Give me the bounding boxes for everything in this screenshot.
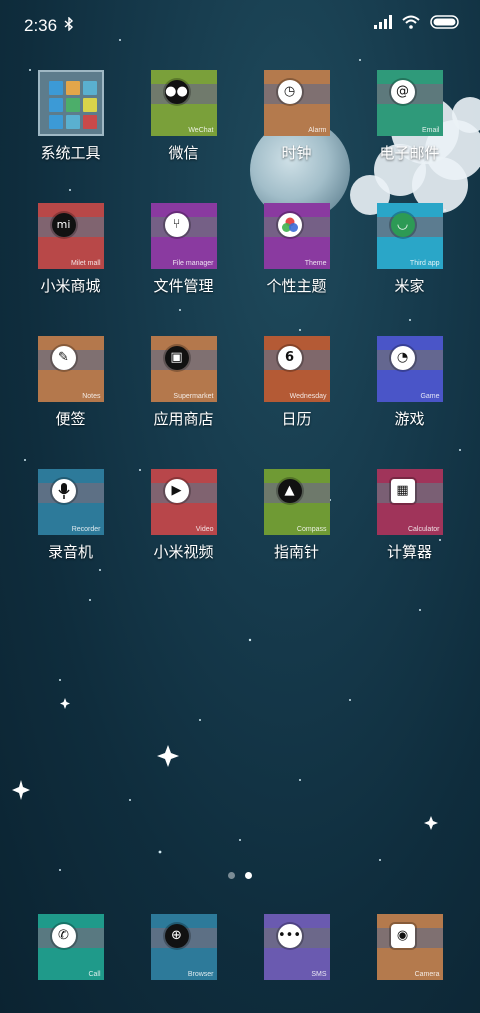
- app-sub-label: Game: [420, 393, 440, 400]
- app-row-3: ✎ Notes 便签 ▣ Supermarket 应用商店 6 Wednesda…: [0, 336, 480, 446]
- app-calendar[interactable]: 6 Wednesday 日历: [240, 336, 353, 429]
- globe-icon: ⊕: [164, 924, 189, 948]
- app-file-manager[interactable]: ⑂ File manager 文件管理: [127, 203, 240, 296]
- app-sub-label: Notes: [82, 393, 101, 400]
- app-sub-label: Third app: [409, 260, 440, 267]
- whistle-icon: ◔: [390, 346, 415, 370]
- app-sub-label: Call: [88, 971, 101, 978]
- app-label: 计算器: [386, 543, 432, 561]
- dock-sms[interactable]: ••• SMS: [240, 914, 353, 980]
- app-sub-label: Wednesday: [289, 393, 327, 400]
- app-email[interactable]: @ Email 电子邮件: [353, 70, 466, 163]
- battery-icon: [430, 14, 460, 33]
- app-label: 个性主题: [266, 277, 327, 295]
- calculator-icon: ▦: [390, 479, 415, 503]
- app-label: 录音机: [47, 543, 93, 561]
- mijia-icon: ◡: [390, 213, 415, 237]
- signal-icon: [374, 14, 392, 33]
- app-game[interactable]: ◔ Game 游戏: [353, 336, 466, 429]
- calendar-icon: 6: [277, 346, 302, 370]
- app-label: 电子邮件: [379, 144, 440, 162]
- app-sub-label: Email: [421, 127, 440, 134]
- app-row-4: Recorder 录音机 ▶ Video 小米视频 ▲ Compass 指南针 …: [0, 469, 480, 579]
- wechat-icon: ●●: [164, 80, 189, 104]
- app-store[interactable]: ▣ Supermarket 应用商店: [127, 336, 240, 429]
- app-label: 小米视频: [153, 543, 214, 561]
- clock-icon: ◷: [277, 80, 302, 104]
- app-sub-label: Theme: [304, 260, 327, 267]
- app-sub-label: Alarm: [308, 127, 327, 134]
- usb-icon: ⑂: [164, 213, 189, 237]
- camera-icon: ◉: [390, 924, 415, 948]
- theme-icon: [277, 213, 302, 237]
- app-sub-label: Milet mall: [70, 260, 101, 267]
- page-indicator[interactable]: [228, 872, 252, 879]
- microphone-icon: [51, 479, 76, 503]
- status-time: 2:36: [24, 16, 58, 35]
- play-icon: ▶: [164, 479, 189, 503]
- app-mi-store[interactable]: mi Milet mall 小米商城: [14, 203, 127, 296]
- app-label: 米家: [394, 277, 425, 295]
- app-label: 便签: [55, 410, 86, 428]
- app-sub-label: Camera: [414, 971, 440, 978]
- app-sub-label: File manager: [172, 260, 214, 267]
- app-system-tools[interactable]: 系统工具: [14, 70, 127, 163]
- app-compass[interactable]: ▲ Compass 指南针: [240, 469, 353, 562]
- compass-icon: ▲: [277, 479, 302, 503]
- app-sub-label: Compass: [296, 526, 327, 533]
- app-label: 系统工具: [40, 144, 101, 162]
- app-label: 日历: [281, 410, 312, 428]
- app-sub-label: Calculator: [407, 526, 440, 533]
- app-video[interactable]: ▶ Video 小米视频: [127, 469, 240, 562]
- dock-camera[interactable]: ◉ Camera: [353, 914, 466, 980]
- dock: ✆ Call ⊕ Browser ••• SMS ◉ Camera: [0, 914, 480, 984]
- app-notes[interactable]: ✎ Notes 便签: [14, 336, 127, 429]
- wifi-icon: [402, 14, 420, 33]
- app-sub-label: SMS: [311, 971, 327, 978]
- at-icon: @: [390, 80, 415, 104]
- app-clock[interactable]: ◷ Alarm 时钟: [240, 70, 353, 163]
- mi-store-icon: mi: [51, 213, 76, 237]
- app-wechat[interactable]: ●● WeChat 微信: [127, 70, 240, 163]
- app-recorder[interactable]: Recorder 录音机: [14, 469, 127, 562]
- app-label: 游戏: [394, 410, 425, 428]
- page-dot-1[interactable]: [228, 872, 235, 879]
- app-sub-label: Recorder: [71, 526, 101, 533]
- app-label: 微信: [168, 144, 199, 162]
- app-label: 文件管理: [153, 277, 214, 295]
- app-sub-label: Browser: [187, 971, 214, 978]
- app-label: 小米商城: [40, 277, 101, 295]
- dock-call[interactable]: ✆ Call: [14, 914, 127, 980]
- pen-icon: ✎: [51, 346, 76, 370]
- app-sub-label: WeChat: [188, 127, 214, 134]
- page-dot-2[interactable]: [245, 872, 252, 879]
- app-label: 指南针: [273, 543, 319, 561]
- app-mijia[interactable]: ◡ Third app 米家: [353, 203, 466, 296]
- dock-browser[interactable]: ⊕ Browser: [127, 914, 240, 980]
- chat-icon: •••: [277, 924, 302, 948]
- box-icon: ▣: [164, 346, 189, 370]
- tools-folder-icon: [37, 70, 104, 136]
- app-label: 时钟: [281, 144, 312, 162]
- status-bar: 2:36: [0, 0, 480, 52]
- bluetooth-icon: [64, 16, 74, 35]
- app-row-1: 系统工具 ●● WeChat 微信 ◷ Alarm 时钟 @ Email 电子邮…: [0, 70, 480, 180]
- app-sub-label: Video: [195, 526, 214, 533]
- phone-icon: ✆: [51, 924, 76, 948]
- app-label: 应用商店: [153, 410, 214, 428]
- app-theme[interactable]: Theme 个性主题: [240, 203, 353, 296]
- app-sub-label: Supermarket: [173, 393, 214, 400]
- app-row-2: mi Milet mall 小米商城 ⑂ File manager 文件管理 T…: [0, 203, 480, 313]
- app-calculator[interactable]: ▦ Calculator 计算器: [353, 469, 466, 562]
